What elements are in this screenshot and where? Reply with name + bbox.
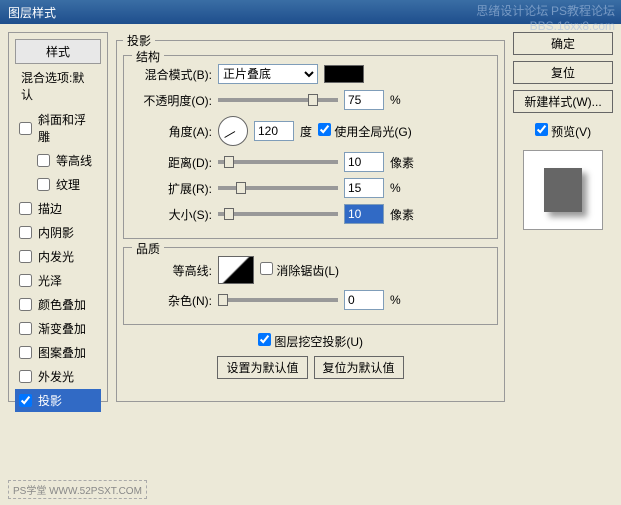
size-label: 大小(S): [134,206,212,223]
style-checkbox-10[interactable] [19,370,32,383]
angle-dial[interactable] [218,116,248,146]
styles-panel: 样式 混合选项:默认 斜面和浮雕等高线纹理描边内阴影内发光光泽颜色叠加渐变叠加图… [8,32,108,402]
spread-input[interactable] [344,178,384,198]
noise-slider[interactable] [218,298,338,302]
noise-unit: % [390,293,401,307]
cancel-button[interactable]: 复位 [513,61,613,84]
quality-group: 品质 等高线: 消除锯齿(L) 杂色(N): % [123,247,498,325]
opacity-label: 不透明度(O): [134,92,212,109]
style-item-1[interactable]: 等高线 [15,149,101,172]
style-checkbox-0[interactable] [19,122,32,135]
watermark: 思绪设计论坛 PS教程论坛 BBS.16xx8.com [476,2,615,33]
quality-title: 品质 [132,240,164,257]
style-checkbox-2[interactable] [37,178,50,191]
angle-input[interactable] [254,121,294,141]
spread-label: 扩展(R): [134,180,212,197]
distance-slider[interactable] [218,160,338,164]
angle-label: 角度(A): [134,123,212,140]
distance-unit: 像素 [390,154,414,171]
style-item-5[interactable]: 内发光 [15,245,101,268]
global-light-checkbox[interactable]: 使用全局光(G) [318,123,412,140]
style-label-8: 渐变叠加 [38,320,86,337]
style-label-1: 等高线 [56,152,92,169]
reset-default-button[interactable]: 复位为默认值 [314,356,404,379]
color-swatch[interactable] [324,65,364,83]
blend-mode-label: 混合模式(B): [134,66,212,83]
style-item-4[interactable]: 内阴影 [15,221,101,244]
spread-slider[interactable] [218,186,338,190]
style-label-9: 图案叠加 [38,344,86,361]
style-checkbox-6[interactable] [19,274,32,287]
set-default-button[interactable]: 设置为默认值 [217,356,307,379]
knockout-checkbox[interactable]: 图层挖空投影(U) [258,335,363,349]
style-checkbox-8[interactable] [19,322,32,335]
blend-mode-select[interactable]: 正片叠底 [218,64,318,84]
style-item-6[interactable]: 光泽 [15,269,101,292]
effect-panel: 投影 结构 混合模式(B): 正片叠底 不透明度(O): % 角度(A): [116,32,505,402]
antialias-checkbox[interactable]: 消除锯齿(L) [260,262,339,279]
style-label-7: 颜色叠加 [38,296,86,313]
contour-label: 等高线: [134,262,212,279]
style-checkbox-4[interactable] [19,226,32,239]
noise-label: 杂色(N): [134,292,212,309]
style-checkbox-11[interactable] [19,394,32,407]
style-item-8[interactable]: 渐变叠加 [15,317,101,340]
style-item-0[interactable]: 斜面和浮雕 [15,108,101,148]
style-item-9[interactable]: 图案叠加 [15,341,101,364]
style-label-5: 内发光 [38,248,74,265]
noise-input[interactable] [344,290,384,310]
style-label-3: 描边 [38,200,62,217]
angle-unit: 度 [300,123,312,140]
style-label-4: 内阴影 [38,224,74,241]
style-checkbox-5[interactable] [19,250,32,263]
style-checkbox-7[interactable] [19,298,32,311]
effect-title: 投影 [123,32,155,49]
opacity-slider[interactable] [218,98,338,102]
title-bar: 图层样式 思绪设计论坛 PS教程论坛 BBS.16xx8.com [0,0,621,24]
styles-header[interactable]: 样式 [15,39,101,64]
style-checkbox-3[interactable] [19,202,32,215]
size-slider[interactable] [218,212,338,216]
opacity-input[interactable] [344,90,384,110]
style-label-0: 斜面和浮雕 [38,111,97,145]
style-item-10[interactable]: 外发光 [15,365,101,388]
style-item-3[interactable]: 描边 [15,197,101,220]
style-label-11: 投影 [38,392,62,409]
preview-checkbox[interactable]: 预览(V) [535,123,591,140]
style-label-10: 外发光 [38,368,74,385]
size-input[interactable] [344,204,384,224]
preview-box [523,150,603,230]
structure-title: 结构 [132,48,164,65]
style-item-7[interactable]: 颜色叠加 [15,293,101,316]
style-label-2: 纹理 [56,176,80,193]
blend-options[interactable]: 混合选项:默认 [15,66,101,106]
distance-label: 距离(D): [134,154,212,171]
distance-input[interactable] [344,152,384,172]
style-checkbox-9[interactable] [19,346,32,359]
opacity-unit: % [390,93,401,107]
dialog-title: 图层样式 [8,4,56,21]
footer-watermark: PS学堂 WWW.52PSXT.COM [8,480,147,499]
contour-picker[interactable] [218,256,254,284]
preview-thumbnail [544,168,582,212]
new-style-button[interactable]: 新建样式(W)... [513,90,613,113]
spread-unit: % [390,181,401,195]
style-label-6: 光泽 [38,272,62,289]
ok-button[interactable]: 确定 [513,32,613,55]
style-item-2[interactable]: 纹理 [15,173,101,196]
structure-group: 结构 混合模式(B): 正片叠底 不透明度(O): % 角度(A): 度 [123,55,498,239]
style-checkbox-1[interactable] [37,154,50,167]
style-item-11[interactable]: 投影 [15,389,101,412]
size-unit: 像素 [390,206,414,223]
